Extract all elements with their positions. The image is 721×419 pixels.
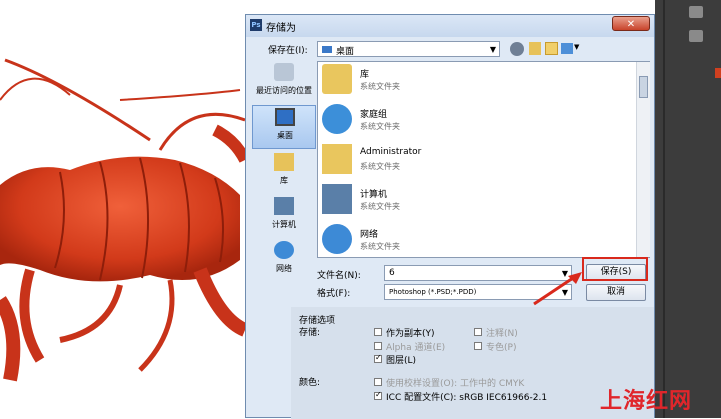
dialog-titlebar[interactable]: Ps 存储为 ✕ — [246, 15, 654, 37]
list-item[interactable]: 家庭组 系统文件夹 — [318, 102, 636, 140]
store-label: 存储: — [299, 328, 321, 338]
list-item[interactable]: 库 系统文件夹 — [318, 62, 636, 100]
scrollbar-thumb[interactable] — [639, 76, 648, 98]
place-label: 网络 — [276, 264, 292, 273]
up-folder-icon[interactable] — [529, 42, 541, 55]
item-type: 系统文件夹 — [360, 82, 400, 91]
desktop-icon — [322, 46, 332, 53]
save-in-label: 保存在(I): — [268, 46, 308, 56]
lobster-photo — [0, 0, 245, 418]
filename-value: 6 — [389, 268, 395, 278]
place-computer[interactable]: 计算机 — [252, 195, 316, 239]
chevron-down-icon: ▼ — [489, 45, 496, 54]
notes-checkbox[interactable] — [474, 328, 482, 336]
color-label: 颜色: — [299, 378, 321, 388]
place-desktop[interactable]: 桌面 — [252, 105, 316, 149]
save-as-dialog: Ps 存储为 ✕ 保存在(I): 桌面 ▼ ▼ 最近访问的位置 桌面 库 计算机 — [245, 14, 655, 419]
dialog-title: 存储为 — [266, 23, 296, 34]
computer-icon — [274, 197, 294, 215]
photoshop-logo-icon: Ps — [250, 19, 262, 31]
panel-divider — [663, 0, 665, 418]
recent-places-icon — [274, 63, 294, 81]
libraries-icon — [322, 64, 352, 94]
watermark-text: 上海红网 — [600, 389, 693, 414]
item-type: 系统文件夹 — [360, 162, 400, 171]
layers-checkbox[interactable] — [374, 353, 382, 363]
alpha-checkbox[interactable] — [374, 342, 382, 350]
back-icon[interactable] — [510, 42, 524, 56]
file-list-scrollbar[interactable] — [636, 62, 650, 257]
save-in-dropdown[interactable]: 桌面 ▼ — [317, 41, 500, 57]
layers-label: 图层(L) — [386, 356, 417, 366]
list-item[interactable]: Administrator 系统文件夹 — [318, 142, 636, 180]
place-label: 最近访问的位置 — [256, 86, 312, 95]
place-label: 计算机 — [272, 220, 296, 229]
item-type: 系统文件夹 — [360, 122, 400, 131]
save-in-value: 桌面 — [336, 47, 355, 57]
annotation-arrow-icon — [533, 272, 582, 306]
place-libraries[interactable]: 库 — [252, 151, 316, 195]
photoshop-side-panel — [655, 0, 721, 418]
list-item[interactable]: 网络 系统文件夹 — [318, 222, 636, 260]
item-name: Administrator — [360, 147, 422, 157]
place-label: 库 — [280, 176, 288, 185]
spot-label: 专色(P) — [486, 343, 517, 353]
network-icon — [274, 241, 294, 259]
proof-label: 使用校样设置(O): 工作中的 CMYK — [386, 379, 525, 389]
view-menu-icon[interactable] — [561, 43, 573, 54]
place-label: 桌面 — [277, 131, 293, 140]
cancel-button[interactable]: 取消 — [586, 284, 646, 301]
alpha-label: Alpha 通道(E) — [386, 343, 446, 353]
layers-panel-icon[interactable] — [689, 30, 703, 42]
homegroup-icon — [322, 104, 352, 134]
notes-label: 注释(N) — [486, 329, 518, 339]
proof-checkbox[interactable] — [374, 378, 382, 386]
format-value: Photoshop (*.PSD;*.PDD) — [389, 288, 477, 296]
filename-label: 文件名(N): — [317, 271, 361, 281]
places-bar: 最近访问的位置 桌面 库 计算机 网络 — [252, 61, 316, 281]
item-name: 网络 — [360, 230, 379, 240]
item-type: 系统文件夹 — [360, 242, 400, 251]
network-icon — [322, 224, 352, 254]
icc-label: ICC 配置文件(C): sRGB IEC61966-2.1 — [386, 393, 548, 403]
history-icon[interactable] — [689, 6, 703, 18]
list-item[interactable]: 计算机 系统文件夹 — [318, 182, 636, 220]
new-folder-icon[interactable] — [545, 42, 558, 55]
format-label: 格式(F): — [317, 289, 351, 299]
as-copy-checkbox[interactable] — [374, 328, 382, 336]
spot-checkbox[interactable] — [474, 342, 482, 350]
highlight-box — [582, 257, 648, 281]
user-folder-icon — [322, 144, 352, 174]
icc-checkbox[interactable] — [374, 390, 382, 400]
place-recent[interactable]: 最近访问的位置 — [252, 61, 316, 105]
item-name: 家庭组 — [360, 110, 388, 120]
view-dropdown-chevron-icon[interactable]: ▼ — [574, 43, 579, 51]
place-network[interactable]: 网络 — [252, 239, 316, 283]
color-swatch-icon[interactable] — [715, 68, 721, 78]
computer-icon — [322, 184, 352, 214]
item-name: 库 — [360, 70, 370, 80]
item-type: 系统文件夹 — [360, 202, 400, 211]
desktop-icon — [275, 108, 295, 126]
lobster-image — [0, 58, 245, 382]
libraries-icon — [274, 153, 294, 171]
item-name: 计算机 — [360, 190, 388, 200]
as-copy-label: 作为副本(Y) — [386, 329, 435, 339]
close-button[interactable]: ✕ — [612, 16, 650, 31]
file-list: 库 系统文件夹 家庭组 系统文件夹 Administrator 系统文件夹 计算… — [317, 61, 650, 258]
